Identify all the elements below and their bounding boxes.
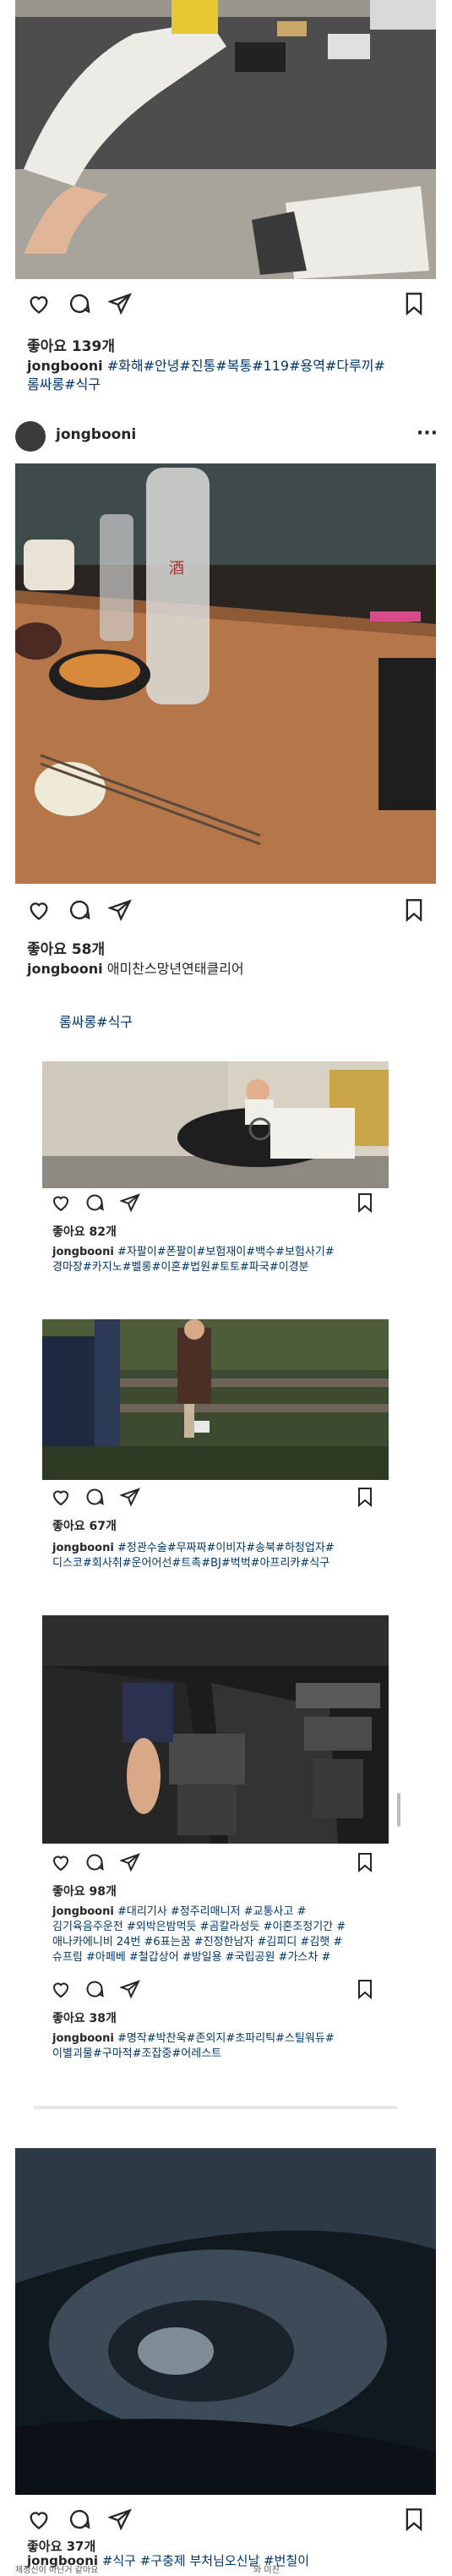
post2-image: 酒 — [15, 463, 436, 884]
post1-username[interactable]: jongbooni — [27, 358, 103, 374]
post2-photo: 酒 — [15, 463, 436, 884]
post7-image — [15, 2148, 436, 2495]
post2-caption: jongbooni 애미찬스망년연태클리어 — [27, 960, 441, 978]
share-icon[interactable] — [120, 1487, 140, 1507]
comment-icon[interactable] — [68, 898, 91, 922]
avatar[interactable] — [15, 421, 46, 452]
post4-actions — [42, 1487, 389, 1509]
scrollbar[interactable] — [397, 1793, 400, 1827]
comment-icon[interactable] — [84, 1192, 105, 1213]
comment-icon[interactable] — [84, 1852, 105, 1872]
divider — [34, 2106, 397, 2109]
share-icon[interactable] — [108, 898, 132, 922]
post5-caption: jongbooni #대리기사 #정주리매니저 #교통사고 # 김기육음주운전 … — [52, 1905, 424, 1965]
bookmark-icon[interactable] — [355, 1979, 375, 1999]
heart-icon[interactable] — [51, 1979, 71, 1999]
comment-icon[interactable] — [68, 2507, 91, 2531]
post4-username[interactable]: jongbooni — [52, 1542, 114, 1554]
post3-username[interactable]: jongbooni — [52, 1246, 114, 1258]
post3-partial-tags[interactable]: 롬싸롱#식구 — [59, 1015, 133, 1030]
post5-username[interactable]: jongbooni — [52, 1905, 114, 1918]
share-icon[interactable] — [108, 292, 132, 315]
post2-username[interactable]: jongbooni — [27, 961, 103, 977]
heart-icon[interactable] — [51, 1852, 71, 1872]
share-icon[interactable] — [120, 1979, 140, 1999]
post1-caption: jongbooni #화해#안녕#진통#복통#119#용역#다루끼# 롬싸롱#식… — [27, 357, 441, 394]
post4-hashtags-line2[interactable]: 디스코#회사취#운어어선#트촉#BJ#벅벅#아프리카#식구 — [52, 1557, 329, 1570]
post4-image — [42, 1319, 389, 1480]
post6-actions — [42, 1979, 389, 2001]
heart-icon[interactable] — [27, 2507, 51, 2531]
post2-caption-text: 애미찬스망년연태클리어 — [106, 961, 244, 977]
bookmark-icon[interactable] — [402, 898, 426, 922]
post3-photo — [42, 1061, 389, 1188]
post1-likes[interactable]: 좋아요 139개 — [27, 334, 115, 355]
post1-actions — [15, 292, 438, 317]
post6-hashtags-line1[interactable]: #명작#박찬욱#존외지#초파리틱#스틸워듀# — [117, 2032, 335, 2045]
bookmark-icon[interactable] — [402, 2507, 426, 2531]
share-icon[interactable] — [120, 1192, 140, 1213]
post5-hashtags-line4[interactable]: 슈프림 #아페베 #철갑상어 #방일용 #국립공원 #가스차 # — [52, 1951, 330, 1964]
post4-likes[interactable]: 좋아요 67개 — [52, 1519, 117, 1534]
post5-hashtags-line1[interactable]: #대리기사 #정주리매니저 #교통사고 # — [117, 1905, 306, 1918]
post7-actions — [15, 2507, 438, 2533]
heart-icon[interactable] — [27, 292, 51, 315]
post6-username[interactable]: jongbooni — [52, 2032, 114, 2045]
footer-comment-2: 와 미친 — [253, 2566, 280, 2575]
post5-photo — [42, 1615, 389, 1844]
post6-hashtags-line2[interactable]: 이별괴물#구마적#조잡중#어레스트 — [52, 2047, 221, 2060]
comment-icon[interactable] — [84, 1979, 105, 1999]
post1-hashtags-line1[interactable]: #화해#안녕#진통#복통#119#용역#다루끼# — [107, 358, 385, 374]
svg-text:酒: 酒 — [169, 560, 184, 578]
bookmark-icon[interactable] — [355, 1852, 375, 1872]
post3-image — [42, 1061, 389, 1188]
post3-likes[interactable]: 좋아요 82개 — [52, 1225, 117, 1240]
post1-image — [15, 0, 436, 279]
post6-likes[interactable]: 좋아요 38개 — [52, 2011, 117, 2026]
footer-comment-1: 제정신이 아닌거 같아요 — [15, 2566, 99, 2575]
post1-hashtags-line2[interactable]: 롬싸롱#식구 — [27, 376, 101, 392]
post3-caption: jongbooni #자팔이#폰팔이#보험재이#백수#보험사기# 경마장#카지노… — [52, 1245, 407, 1275]
bookmark-icon[interactable] — [355, 1192, 375, 1213]
comment-icon[interactable] — [84, 1487, 105, 1507]
bookmark-icon[interactable] — [355, 1487, 375, 1507]
share-icon[interactable] — [120, 1852, 140, 1872]
post4-hashtags-line1[interactable]: #정관수술#무짜짜#이비자#송북#하청업자# — [117, 1542, 335, 1554]
post2-header: jongbooni ··· — [15, 414, 438, 457]
post7-photo — [15, 2148, 436, 2495]
post6-caption: jongbooni #명작#박찬욱#존외지#초파리틱#스틸워듀# 이별괴물#구마… — [52, 2031, 407, 2062]
post1-photo — [15, 0, 436, 279]
share-icon[interactable] — [108, 2507, 132, 2531]
comment-icon[interactable] — [68, 292, 91, 315]
post5-image — [42, 1615, 389, 1844]
more-options-icon[interactable]: ··· — [417, 423, 438, 444]
post5-hashtags-line3[interactable]: 애나카에니비 24번 #6표는꿈 #진정한남자 #김피디 #김햇 # — [52, 1936, 342, 1948]
post3-actions — [42, 1192, 389, 1214]
post5-actions — [42, 1852, 389, 1874]
bookmark-icon[interactable] — [402, 292, 426, 315]
heart-icon[interactable] — [27, 898, 51, 922]
post2-header-username[interactable]: jongbooni — [56, 426, 136, 443]
heart-icon[interactable] — [51, 1192, 71, 1213]
post4-photo — [42, 1319, 389, 1480]
post5-likes[interactable]: 좋아요 98개 — [52, 1884, 117, 1899]
post2-likes[interactable]: 좋아요 58개 — [27, 937, 105, 958]
post2-actions — [15, 898, 438, 924]
post3-hashtags-line1[interactable]: #자팔이#폰팔이#보험재이#백수#보험사기# — [117, 1246, 335, 1258]
post4-caption: jongbooni #정관수술#무짜짜#이비자#송북#하청업자# 디스코#회사취… — [52, 1541, 407, 1571]
heart-icon[interactable] — [51, 1487, 71, 1507]
post3-hashtags-line2[interactable]: 경마장#카지노#벨롱#이혼#법원#토토#파국#이경분 — [52, 1261, 309, 1274]
post5-hashtags-line2[interactable]: 김기육음주운전 #외박은밤먹듯 #곰칼라성듯 #이혼조정기간 # — [52, 1921, 346, 1933]
